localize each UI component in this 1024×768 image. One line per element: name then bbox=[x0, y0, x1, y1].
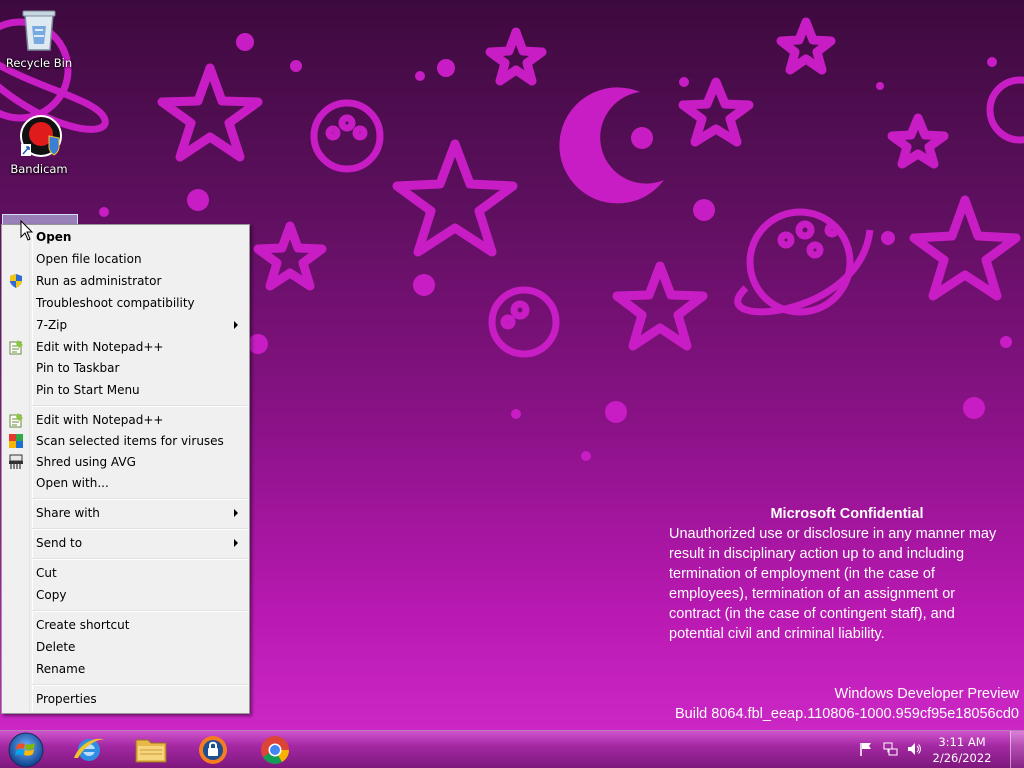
recycle-bin-label: Recycle Bin bbox=[5, 56, 73, 70]
chrome-icon bbox=[261, 736, 289, 764]
taskbar-internet-explorer[interactable] bbox=[62, 732, 116, 768]
action-center-flag-icon[interactable] bbox=[858, 741, 874, 757]
menu-item-open-with[interactable]: Open with... bbox=[4, 473, 247, 494]
bandicam-desktop-icon[interactable]: Bandicam bbox=[1, 114, 77, 176]
notepad-plus-plus-icon bbox=[9, 413, 23, 428]
windows-orb-icon bbox=[8, 732, 44, 768]
star-decoration bbox=[776, 17, 836, 75]
menu-separator bbox=[32, 684, 247, 686]
menu-item-troubleshoot-compatibility[interactable]: Troubleshoot compatibility bbox=[4, 293, 247, 314]
file-explorer-icon bbox=[135, 739, 167, 763]
mouse-cursor-icon bbox=[20, 220, 34, 241]
menu-separator bbox=[32, 405, 247, 407]
menu-item-properties[interactable]: Properties bbox=[4, 689, 247, 710]
menu-separator bbox=[32, 558, 247, 560]
star-decoration bbox=[909, 195, 1021, 301]
menu-item-rename[interactable]: Rename bbox=[4, 659, 247, 680]
confidential-line: potential civil and criminal liability. bbox=[669, 626, 885, 642]
taskbar-secure-browser[interactable] bbox=[186, 732, 240, 768]
clock-time: 3:11 AM bbox=[938, 735, 986, 749]
volume-icon[interactable] bbox=[906, 741, 922, 757]
taskbar-file-explorer[interactable] bbox=[124, 732, 178, 768]
menu-item-edit-with-notepad-plus-plus[interactable]: Edit with Notepad++ bbox=[4, 337, 247, 358]
menu-separator bbox=[32, 528, 247, 530]
menu-item-run-as-administrator[interactable]: Run as administrator bbox=[4, 271, 247, 292]
avg-scan-icon bbox=[9, 434, 23, 448]
star-decoration bbox=[253, 221, 327, 291]
bandicam-icon bbox=[19, 114, 62, 158]
recycle-bin-icon bbox=[19, 8, 59, 52]
confidential-line: termination of employment (in the case o… bbox=[669, 566, 935, 582]
star-decoration bbox=[157, 63, 263, 162]
taskbar-chrome[interactable] bbox=[248, 732, 302, 768]
submenu-arrow-icon bbox=[234, 539, 238, 547]
menu-item-open[interactable]: Open bbox=[4, 227, 247, 248]
menu-separator bbox=[32, 498, 247, 500]
menu-separator bbox=[32, 610, 247, 612]
taskbar: 3:11 AM 2/26/2022 bbox=[0, 730, 1024, 768]
context-menu: Open Open file location Run as administr… bbox=[1, 224, 250, 714]
menu-item-7zip[interactable]: 7-Zip bbox=[4, 315, 247, 336]
menu-item-edit-with-notepad-plus-plus-2[interactable]: Edit with Notepad++ bbox=[4, 410, 247, 431]
star-decoration bbox=[887, 113, 949, 169]
bandicam-label: Bandicam bbox=[10, 162, 68, 176]
clock-date: 2/26/2022 bbox=[932, 751, 992, 765]
menu-item-send-to[interactable]: Send to bbox=[4, 533, 247, 554]
menu-item-scan-for-viruses[interactable]: Scan selected items for viruses bbox=[4, 431, 247, 452]
menu-item-pin-to-taskbar[interactable]: Pin to Taskbar bbox=[4, 358, 247, 379]
star-decoration bbox=[612, 261, 708, 351]
show-desktop-button[interactable] bbox=[1010, 731, 1024, 768]
star-decoration bbox=[678, 77, 754, 147]
menu-item-cut[interactable]: Cut bbox=[4, 563, 247, 584]
confidential-notice: Microsoft Confidential Unauthorized use … bbox=[669, 504, 1019, 644]
planet-decoration bbox=[986, 76, 1024, 144]
system-clock[interactable]: 3:11 AM 2/26/2022 bbox=[930, 734, 994, 766]
menu-item-shred-using-avg[interactable]: Shred using AVG bbox=[4, 452, 247, 473]
menu-item-open-file-location[interactable]: Open file location bbox=[4, 249, 247, 270]
shredder-icon bbox=[9, 454, 23, 469]
watermark-edition: Windows Developer Preview bbox=[834, 686, 1019, 702]
confidential-title: Microsoft Confidential bbox=[770, 506, 924, 522]
submenu-arrow-icon bbox=[234, 321, 238, 329]
submenu-arrow-icon bbox=[234, 509, 238, 517]
notepad-plus-plus-icon bbox=[9, 340, 23, 355]
menu-item-copy[interactable]: Copy bbox=[4, 585, 247, 606]
watermark-build: Build 8064.fbl_eeap.110806-1000.959cf95e… bbox=[674, 706, 1019, 722]
confidential-line: contract (in the case of contingent staf… bbox=[669, 606, 955, 622]
build-watermark: Windows Developer Preview Build 8064.fbl… bbox=[675, 684, 1019, 724]
confidential-line: result in disciplinary action up to and … bbox=[669, 546, 965, 562]
menu-item-pin-to-start-menu[interactable]: Pin to Start Menu bbox=[4, 380, 247, 401]
planet-decoration bbox=[310, 99, 384, 173]
uac-shield-icon bbox=[10, 274, 22, 288]
confidential-line: Unauthorized use or disclosure in any ma… bbox=[669, 526, 997, 542]
menu-item-share-with[interactable]: Share with bbox=[4, 503, 247, 524]
recycle-bin-desktop-icon[interactable]: Recycle Bin bbox=[1, 8, 77, 70]
menu-item-create-shortcut[interactable]: Create shortcut bbox=[4, 615, 247, 636]
star-decoration bbox=[392, 139, 518, 257]
internet-explorer-icon bbox=[74, 738, 104, 761]
confidential-line: employees), termination of an assignment… bbox=[669, 586, 956, 602]
avast-secure-browser-icon bbox=[199, 736, 227, 764]
start-button[interactable] bbox=[4, 731, 48, 768]
menu-item-delete[interactable]: Delete bbox=[4, 637, 247, 658]
network-icon[interactable] bbox=[882, 741, 898, 757]
star-decoration bbox=[485, 27, 547, 86]
